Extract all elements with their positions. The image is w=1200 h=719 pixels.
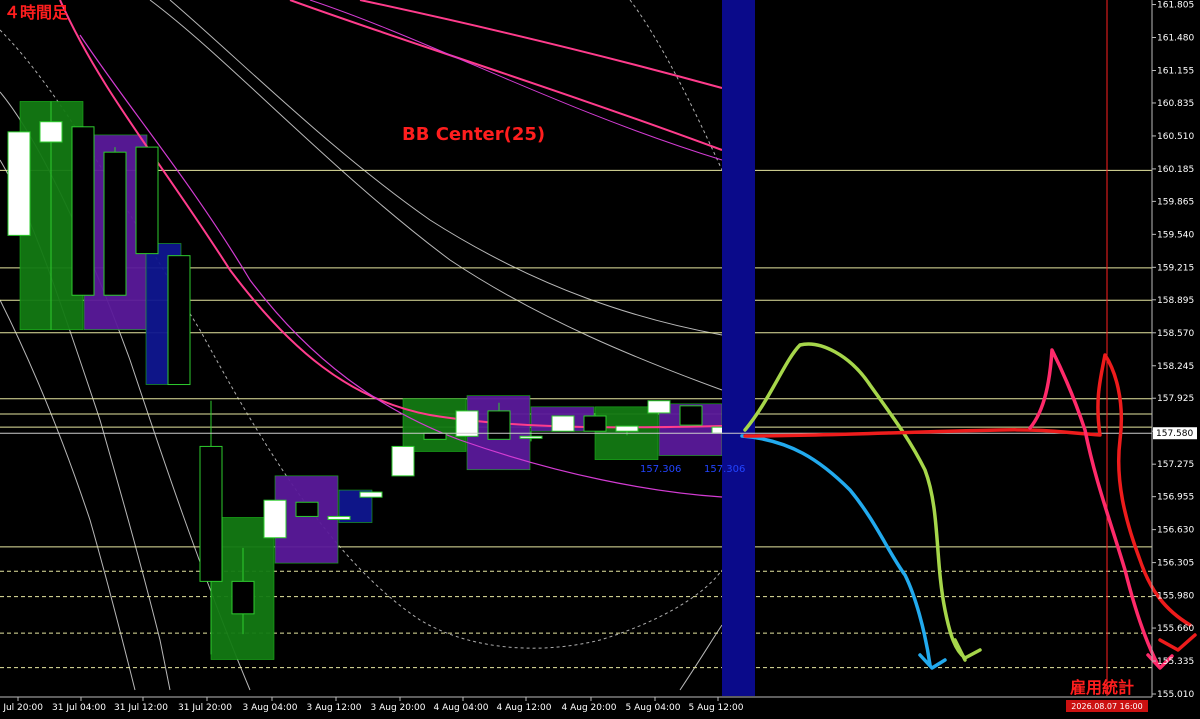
price-tick-label: 157.275 [1157,460,1194,470]
price-tick-label: 159.215 [1157,263,1194,273]
time-tick-label: 31 Jul 20:00 [0,703,43,713]
current-price-label: 157.580 [1156,429,1193,439]
candle-body [167,255,191,386]
low-value-label: 157.306 [640,464,681,475]
candle-body [359,491,383,498]
bb-center-label: BB Center(25) [402,124,545,145]
price-tick-label: 158.570 [1157,329,1194,339]
candle-body [455,410,479,437]
time-tick-label: 4 Aug 20:00 [562,703,617,713]
price-tick-label: 160.510 [1157,132,1194,142]
candle-body [263,499,287,539]
time-tick-label: 3 Aug 12:00 [307,703,362,713]
price-tick-label: 160.185 [1157,165,1194,175]
price-chart: 161.805 161.480 161.155 160.835 160.510 160.1… [0,0,1200,719]
price-tick-label: 159.540 [1157,230,1194,240]
candle-body [71,126,95,296]
candle-body [551,415,575,432]
time-tick-label: 4 Aug 04:00 [434,703,489,713]
time-tick-label: 5 Aug 04:00 [626,703,681,713]
price-tick-label: 160.835 [1157,99,1194,109]
event-band [722,0,755,696]
candle-body [231,580,255,615]
time-tick-label: 5 Aug 12:00 [689,703,744,713]
time-tick-label: 31 Jul 04:00 [52,703,106,713]
candle-body [583,415,607,432]
candle-body [103,151,127,296]
candle-body [135,146,159,255]
price-tick-label: 156.630 [1157,526,1194,536]
price-tick-label: 157.925 [1157,394,1194,404]
candle-body [39,121,63,143]
price-tick-label: 156.955 [1157,493,1194,503]
time-tick-label: 4 Aug 12:00 [497,703,552,713]
price-tick-label: 155.980 [1157,592,1194,602]
candle-body [391,445,415,477]
candle-body [615,425,639,432]
event-label: 雇用統計 [1070,678,1134,697]
candle-body [647,400,671,414]
time-tick-label: 3 Aug 20:00 [371,703,426,713]
candle-body [487,410,511,440]
price-tick-label: 159.865 [1157,197,1194,207]
price-tick-label: 155.335 [1157,657,1194,667]
time-tick-label: 3 Aug 04:00 [243,703,298,713]
chart-title: ４時間足 [4,3,69,22]
time-tick-label: 31 Jul 20:00 [178,703,232,713]
price-tick-label: 155.660 [1157,624,1194,634]
price-tick-label: 155.010 [1157,690,1194,700]
candle-body [327,515,351,520]
price-tick-label: 158.895 [1157,296,1194,306]
price-tick-label: 161.480 [1157,34,1194,44]
time-tick-label: 31 Jul 12:00 [114,703,168,713]
candle-body [199,445,223,582]
candle-body [679,405,703,426]
low-value-label: 157.306 [704,464,745,475]
candle-body [519,435,543,439]
price-tick-label: 161.805 [1157,1,1194,11]
event-time-label: 2026.08.07 16:00 [1071,702,1142,711]
candle-body [295,501,319,517]
price-tick-label: 161.155 [1157,66,1194,76]
price-tick-label: 158.245 [1157,362,1194,372]
price-tick-label: 156.305 [1157,559,1194,569]
candle-body [423,432,447,440]
candle-body [7,131,31,236]
